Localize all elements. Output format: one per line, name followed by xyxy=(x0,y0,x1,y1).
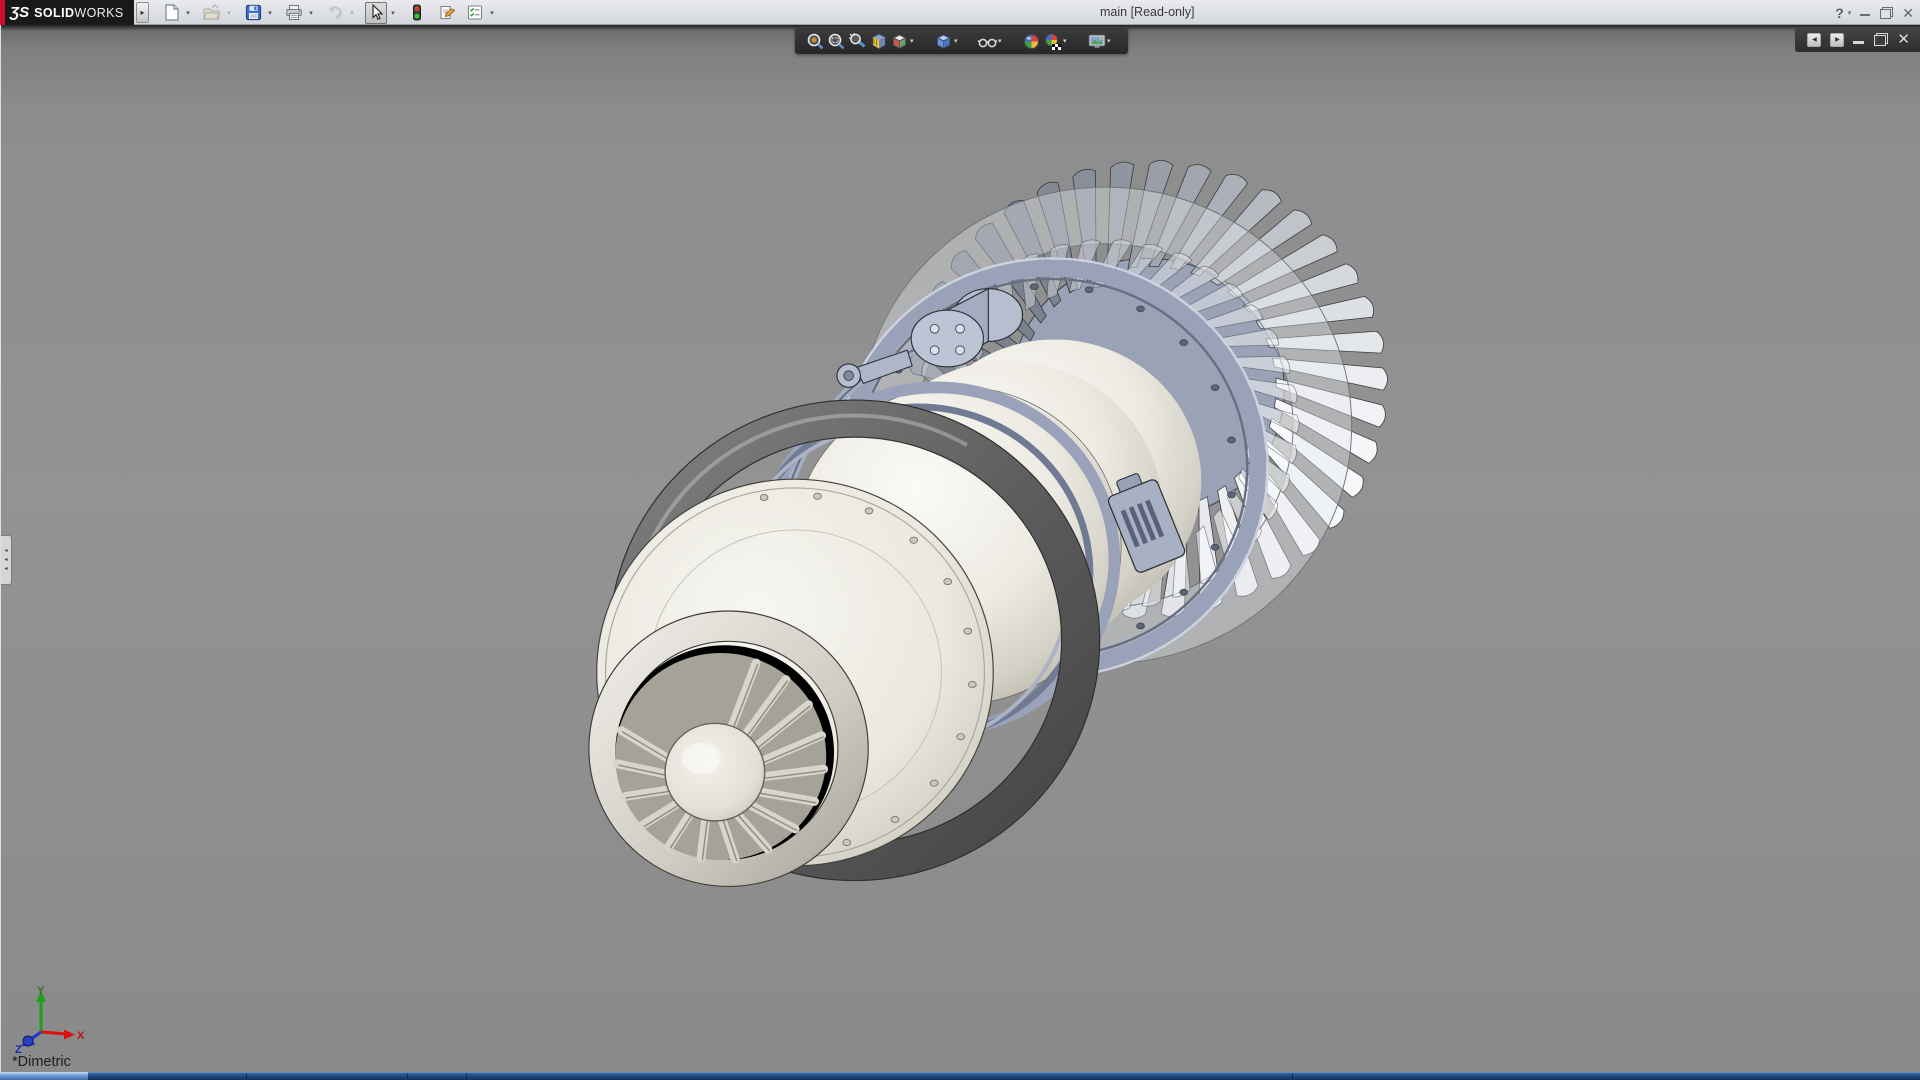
engine-model-3d-view[interactable] xyxy=(1,25,1920,1072)
rebuild-button[interactable] xyxy=(406,2,428,24)
brand-name: SOLIDWORKS xyxy=(34,6,123,20)
graphics-viewport[interactable]: ▾ ▾ ▾ xyxy=(0,25,1920,1072)
undo-arrow-icon xyxy=(326,4,344,21)
exhaust-cone-tip xyxy=(665,723,765,821)
select-tool-button[interactable] xyxy=(365,2,387,24)
splitter-arrow-icon: ◂ xyxy=(4,556,7,565)
menu-flyout-arrow[interactable]: ▸ xyxy=(136,2,149,23)
title-bar: ƷS SOLIDWORKS ▸ ▾ ▾ xyxy=(0,0,1920,25)
app-minimize-button[interactable] xyxy=(1860,7,1871,18)
document-title: main [Read-only] xyxy=(1100,5,1195,19)
options-list-icon xyxy=(466,4,484,21)
zoom-to-area-button[interactable] xyxy=(826,30,847,52)
save-dropdown[interactable]: ▾ xyxy=(264,2,276,24)
standard-toolbar: ▾ ▾ ▾ xyxy=(160,0,505,25)
checkered-flag xyxy=(1052,44,1061,50)
view-settings-monitor-icon xyxy=(1087,32,1107,51)
splitter-arrow-icon: ◂ xyxy=(4,547,7,556)
eyeglasses-icon xyxy=(977,32,998,51)
zoom-to-fit-icon xyxy=(806,32,825,51)
new-document-button[interactable] xyxy=(160,2,182,24)
triad-z-label: Z xyxy=(15,1044,22,1054)
titlebar-controls: ? ▾ ✕ xyxy=(1835,0,1914,25)
splitter-arrow-icon: ◂ xyxy=(4,565,7,574)
solidworks-logo: ƷS SOLIDWORKS xyxy=(0,0,134,25)
previous-view-button[interactable] xyxy=(847,30,868,52)
open-folder-icon xyxy=(203,4,221,21)
view-settings-dropdown[interactable]: ▾ xyxy=(1107,37,1115,45)
undo-dropdown[interactable]: ▾ xyxy=(346,2,358,24)
view-settings-button[interactable] xyxy=(1086,30,1107,52)
open-dropdown[interactable]: ▾ xyxy=(223,2,235,24)
cone-tip-highlight xyxy=(682,743,721,774)
toggle-right-pane-button[interactable]: ▶ xyxy=(1830,33,1844,47)
appearance-ball-icon xyxy=(1022,32,1041,51)
help-dropdown[interactable]: ▾ xyxy=(1848,9,1852,17)
doc-restore-button[interactable] xyxy=(1874,33,1888,46)
view-orientation-button[interactable] xyxy=(889,30,910,52)
heads-up-view-toolbar: ▾ ▾ ▾ xyxy=(795,28,1128,54)
select-arrow-icon xyxy=(369,4,384,21)
options-button[interactable] xyxy=(464,2,486,24)
select-dropdown[interactable]: ▾ xyxy=(387,2,399,24)
new-document-dropdown[interactable]: ▾ xyxy=(182,2,194,24)
print-dropdown[interactable]: ▾ xyxy=(305,2,317,24)
edit-appearance-button[interactable] xyxy=(1021,30,1042,52)
triad-x-label: X xyxy=(77,1030,85,1042)
section-view-icon xyxy=(869,32,888,51)
save-floppy-icon xyxy=(245,4,262,21)
triad-y-label: Y xyxy=(37,985,45,997)
logo-accent-stripe xyxy=(0,0,5,25)
view-orientation-cube-icon xyxy=(890,32,909,51)
display-style-dropdown[interactable]: ▾ xyxy=(954,37,962,45)
app-restore-button[interactable] xyxy=(1880,7,1893,19)
apply-scene-dropdown[interactable]: ▾ xyxy=(1063,37,1071,45)
apply-scene-button[interactable] xyxy=(1042,30,1063,52)
doc-close-button[interactable]: ✕ xyxy=(1897,32,1910,47)
view-orientation-label: *Dimetric xyxy=(12,1054,71,1070)
section-view-button[interactable] xyxy=(868,30,889,52)
undo-button[interactable] xyxy=(324,2,346,24)
file-properties-button[interactable] xyxy=(436,2,458,24)
feature-panel-splitter-handle[interactable]: ◂ ◂ ◂ xyxy=(1,535,12,585)
save-button[interactable] xyxy=(242,2,264,24)
print-button[interactable] xyxy=(283,2,305,24)
options-dropdown[interactable]: ▾ xyxy=(486,2,498,24)
apply-scene-icon xyxy=(1043,32,1063,51)
display-style-button[interactable] xyxy=(933,30,954,52)
status-bar-left-segment xyxy=(0,1072,88,1080)
doc-minimize-button[interactable] xyxy=(1853,34,1865,46)
hide-show-items-dropdown[interactable]: ▾ xyxy=(998,37,1006,45)
status-bar xyxy=(0,1072,1920,1080)
new-document-icon xyxy=(163,4,180,21)
reference-triad: Y X Z xyxy=(11,984,89,1054)
hide-show-items-button[interactable] xyxy=(977,30,998,52)
previous-view-icon xyxy=(848,32,867,51)
printer-icon xyxy=(285,4,303,21)
file-properties-icon xyxy=(438,4,456,21)
view-orientation-dropdown[interactable]: ▾ xyxy=(910,37,918,45)
ds-logo-icon: ƷS xyxy=(10,4,29,21)
app-close-button[interactable]: ✕ xyxy=(1902,6,1914,20)
toggle-left-pane-button[interactable]: ◀ xyxy=(1807,33,1821,47)
rebuild-traffic-light-icon xyxy=(411,4,423,22)
zoom-to-fit-button[interactable] xyxy=(805,30,826,52)
display-style-cube-icon xyxy=(934,32,953,51)
open-button[interactable] xyxy=(201,2,223,24)
help-icon[interactable]: ? xyxy=(1835,5,1844,21)
zoom-to-area-icon xyxy=(827,32,846,51)
document-window-controls: ◀ ▶ ✕ xyxy=(1795,27,1920,52)
